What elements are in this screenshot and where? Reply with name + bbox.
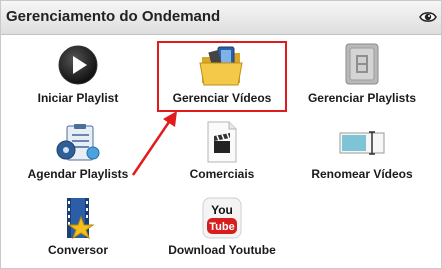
youtube-icon: You Tube xyxy=(202,197,242,239)
film-panel-icon xyxy=(344,43,380,85)
tile-label: Iniciar Playlist xyxy=(37,91,119,105)
highlight-box xyxy=(157,41,287,112)
tile-label: Gerenciar Playlists xyxy=(307,91,417,105)
tile-label: Download Youtube xyxy=(168,243,276,257)
svg-text:Tube: Tube xyxy=(209,221,234,233)
tile-renomear-videos[interactable]: Renomear Vídeos xyxy=(292,128,432,182)
tile-agendar-playlists[interactable]: Agendar Playlists xyxy=(8,123,148,181)
tile-conversor[interactable]: Conversor xyxy=(8,197,148,259)
play-icon xyxy=(58,45,98,85)
ondemand-panel: Gerenciamento do Ondemand Iniciar Playli… xyxy=(0,0,442,269)
schedule-clipboard-icon xyxy=(55,123,101,163)
tile-label: Agendar Playlists xyxy=(27,167,129,181)
panel-title: Gerenciamento do Ondemand xyxy=(6,8,221,25)
rename-textbox-icon xyxy=(338,128,386,158)
tile-iniciar-playlist[interactable]: Iniciar Playlist xyxy=(8,45,148,109)
tile-gerenciar-playlists[interactable]: Gerenciar Playlists xyxy=(292,43,432,109)
svg-text:You: You xyxy=(211,203,233,217)
eye-icon[interactable] xyxy=(419,10,437,24)
tile-label: Conversor xyxy=(47,243,109,257)
clapper-document-icon xyxy=(205,121,239,163)
tile-download-youtube[interactable]: You Tube Download Youtube xyxy=(152,197,292,259)
film-star-icon xyxy=(61,197,95,239)
red-arrow-icon xyxy=(131,111,177,176)
panel-header: Gerenciamento do Ondemand xyxy=(1,1,441,35)
tile-label: Renomear Vídeos xyxy=(311,167,413,181)
